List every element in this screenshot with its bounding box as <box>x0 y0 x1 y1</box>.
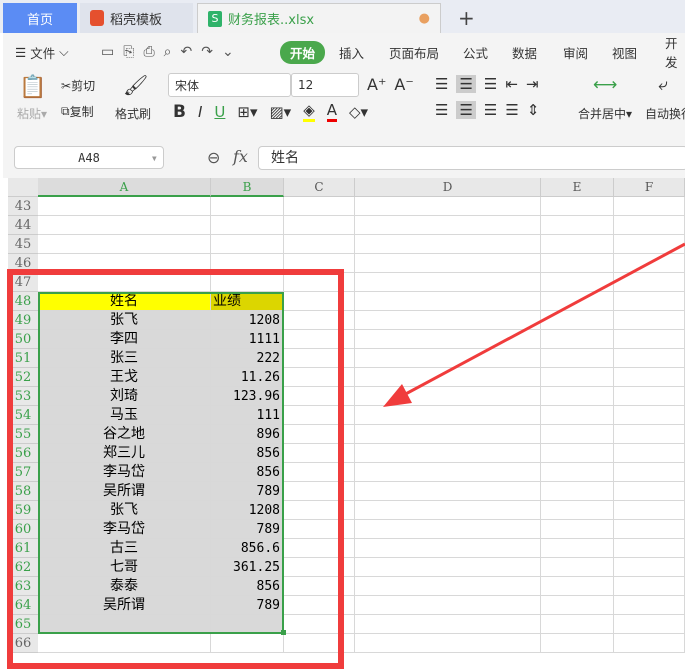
annotation-overlay <box>7 242 685 669</box>
arrow-head-icon <box>383 384 412 407</box>
annotation-arrow <box>399 242 685 399</box>
highlight-box <box>7 269 344 669</box>
